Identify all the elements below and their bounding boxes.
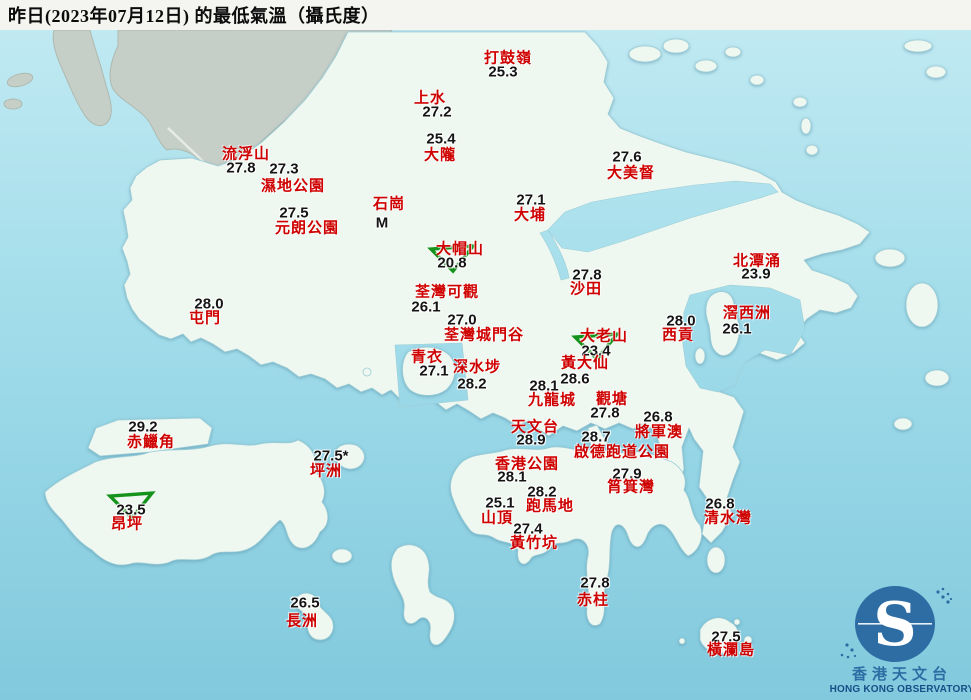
station-label-wong-chuk-hang: 黃竹坑 xyxy=(509,535,559,552)
station-label-yuen-long-park: 元朗公園 xyxy=(274,220,340,237)
station-label-tsuen-wan-shing-mun-valley: 荃灣城門谷 xyxy=(443,327,525,344)
hko-logo-name-en: HONG KONG OBSERVATORY xyxy=(829,684,971,695)
station-label-sai-kung: 西貢 xyxy=(661,327,695,344)
station-label-sham-shui-po: 深水埗 xyxy=(452,359,502,376)
station-label-tai-mei-tuk: 大美督 xyxy=(606,165,656,182)
station-label-kau-sai-chau: 滘西洲 xyxy=(722,305,772,322)
station-label-ta-kwu-ling: 打鼓嶺 xyxy=(483,50,533,67)
station-label-shek-kong: 石崗 xyxy=(372,196,406,213)
hko-min-temp-map: S 昨日(2023年07月12日) 的最低氣溫（攝氏度） 25.3 打鼓嶺 27.2… xyxy=(0,0,971,700)
station-label-wetland-park: 濕地公園 xyxy=(260,178,326,195)
hko-logo-name-zh: 香港天文台 xyxy=(851,667,952,683)
station-label-waglan-island: 橫瀾島 xyxy=(706,642,756,659)
station-label-shau-kei-wan: 筲箕灣 xyxy=(606,479,656,496)
station-label-kai-tak-runway-park: 啟德跑道公園 xyxy=(573,444,671,461)
hko-logo: 香港天文台 HONG KONG OBSERVATORY xyxy=(830,562,971,696)
station-label-peng-chau: 坪洲 xyxy=(309,463,343,480)
station-label-chek-lap-kok: 赤鱲角 xyxy=(126,434,176,451)
station-value-sham-shui-po: 28.2 xyxy=(457,375,487,393)
station-label-pak-tam-chung: 北潭涌 xyxy=(732,253,782,270)
station-layer: 25.3 打鼓嶺 27.2 上水 25.4 大隴 27.8 流浮山 27.3 濕地公園 27.5 元朗… xyxy=(0,0,971,700)
station-value-wong-tai-sin: 28.6 xyxy=(560,370,590,388)
station-label-tseung-kwan-o: 將軍澳 xyxy=(634,424,684,441)
station-label-tuen-mun: 屯門 xyxy=(188,310,222,327)
station-label-kowloon-city: 九龍城 xyxy=(527,392,577,409)
station-label-kwun-tong: 觀塘 xyxy=(595,391,629,408)
station-label-hong-kong-park: 香港公園 xyxy=(494,456,560,473)
station-label-hk-observatory: 天文台 xyxy=(510,419,560,436)
station-value-kau-sai-chau: 26.1 xyxy=(722,320,752,338)
station-label-tai-mo-shan: 大帽山 xyxy=(435,241,485,258)
station-label-ngong-ping: 昂坪 xyxy=(110,516,144,533)
station-label-cheung-chau: 長洲 xyxy=(285,613,319,630)
station-label-tsuen-wan-ho-koon: 荃灣可觀 xyxy=(414,284,480,301)
station-label-tsing-yi: 青衣 xyxy=(410,349,444,366)
station-label-clear-water-bay: 清水灣 xyxy=(703,510,753,527)
station-label-the-peak: 山頂 xyxy=(480,510,514,527)
station-label-sha-tin: 沙田 xyxy=(569,281,603,298)
station-label-tates-cairn: 大老山 xyxy=(579,328,629,345)
station-label-lau-fau-shan: 流浮山 xyxy=(221,146,271,163)
station-label-wong-tai-sin: 黃大仙 xyxy=(560,355,610,372)
station-value-shek-kong: M xyxy=(375,214,389,232)
station-label-happy-valley: 跑馬地 xyxy=(525,498,575,515)
station-label-stanley: 赤柱 xyxy=(576,592,610,609)
station-label-tai-lung: 大隴 xyxy=(423,147,457,164)
station-label-sheung-shui: 上水 xyxy=(413,90,447,107)
station-label-tai-po: 大埔 xyxy=(513,207,547,224)
